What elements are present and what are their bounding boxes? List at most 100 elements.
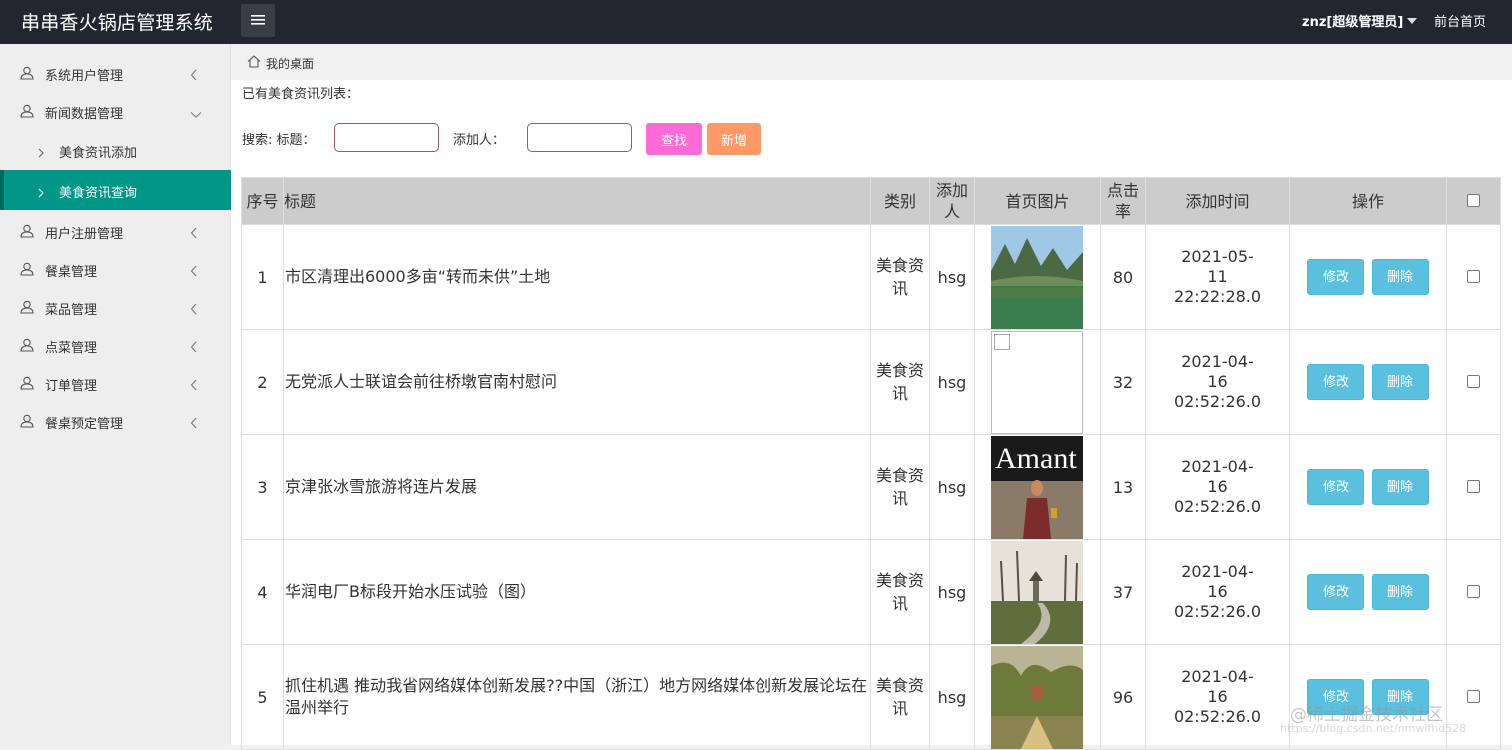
delete-button[interactable]: 删除 — [1371, 574, 1429, 610]
user-menu[interactable]: znz[超级管理员] — [1302, 11, 1418, 30]
sidebar-item-6[interactable]: 订单管理 — [0, 364, 231, 402]
user-icon — [20, 223, 34, 242]
hamburger-icon — [251, 15, 265, 25]
cell-adder: hsg — [929, 434, 975, 540]
time-text: 2021-04-16 02:52:26.0 — [1173, 667, 1262, 726]
sidebar-item-label: 用户注册管理 — [45, 227, 124, 242]
add-button[interactable]: 新增 — [707, 123, 761, 155]
search-title-label: 搜索: 标题： — [242, 133, 316, 148]
row-checkbox[interactable] — [1467, 374, 1480, 388]
sidebar-item-3[interactable]: 餐桌管理 — [0, 250, 231, 288]
delete-button[interactable]: 删除 — [1371, 259, 1429, 295]
category-text: 美食资讯 — [875, 256, 924, 298]
active-indicator — [0, 170, 4, 210]
edit-button[interactable]: 修改 — [1307, 364, 1365, 400]
delete-button[interactable]: 删除 — [1371, 364, 1429, 400]
home-icon — [247, 55, 261, 68]
table-row: 4 华润电厂B标段开始水压试验（图） 美食资讯 hsg 37 2021-04-16 02:… — [241, 539, 1501, 645]
edit-button[interactable]: 修改 — [1307, 259, 1365, 295]
category-text: 美食资讯 — [875, 676, 924, 718]
thumb-text: Amant — [995, 442, 1077, 475]
table-row: 2 无党派人士联谊会前往桥墩官南村慰问 美食资讯 hsg 32 2021-04-16 02… — [241, 329, 1501, 435]
broken-image-icon — [991, 330, 1083, 434]
cell-time: 2021-04-16 02:52:26.0 — [1145, 329, 1290, 435]
cell-adder: hsg — [929, 644, 975, 750]
chevron-right-icon — [38, 183, 44, 202]
cell-title: 无党派人士联谊会前往桥墩官南村慰问 — [283, 329, 871, 435]
row-checkbox[interactable] — [1467, 479, 1480, 493]
sidebar-subitem-1[interactable]: 美食资讯查询 — [0, 170, 231, 210]
adder-search-input[interactable] — [527, 123, 632, 152]
user-icon — [20, 413, 34, 432]
breadcrumb-item[interactable]: 我的桌面 — [266, 55, 314, 72]
user-icon — [20, 375, 34, 394]
main-content: 已有美食资讯列表： 搜索: 标题： 添加人： 查找 新增 序号 标题 类别 添加人 首页… — [231, 80, 1512, 750]
cell-category: 美食资讯 — [870, 644, 930, 750]
edit-button[interactable]: 修改 — [1307, 469, 1365, 505]
sidebar-item-4[interactable]: 菜品管理 — [0, 288, 231, 326]
cell-select — [1446, 224, 1501, 330]
delete-button[interactable]: 删除 — [1371, 469, 1429, 505]
cell-clicks: 32 — [1100, 329, 1146, 435]
chevron-left-icon — [190, 338, 198, 357]
user-icon — [20, 337, 34, 356]
table-row: 1 市区清理出6000多亩“转而未供”土地 美食资讯 hsg 80 2021-05-11 … — [241, 224, 1501, 330]
col-no-header: 序号 — [241, 177, 284, 225]
search-button[interactable]: 查找 — [646, 123, 702, 155]
cell-category: 美食资讯 — [870, 224, 930, 330]
category-text: 美食资讯 — [875, 466, 924, 508]
cell-actions: 修改 删除 — [1289, 434, 1447, 540]
row-checkbox[interactable] — [1467, 269, 1480, 283]
cell-time: 2021-04-16 02:52:26.0 — [1145, 539, 1290, 645]
cell-adder: hsg — [929, 224, 975, 330]
cell-category: 美食资讯 — [870, 539, 930, 645]
top-header: 串串香火锅店管理系统 znz[超级管理员] 前台首页 — [0, 0, 1512, 44]
cell-time: 2021-05-11 22:22:28.0 — [1145, 224, 1290, 330]
row-checkbox[interactable] — [1467, 584, 1480, 598]
title-search-input[interactable] — [334, 123, 439, 152]
row-checkbox[interactable] — [1467, 689, 1480, 703]
sidebar-item-2[interactable]: 用户注册管理 — [0, 212, 231, 250]
cell-clicks: 96 — [1100, 644, 1146, 750]
caret-down-icon — [1407, 18, 1418, 24]
cell-actions: 修改 删除 — [1289, 329, 1447, 435]
time-text: 2021-04-16 02:52:26.0 — [1173, 352, 1262, 411]
cell-title: 市区清理出6000多亩“转而未供”土地 — [283, 224, 871, 330]
menu-toggle-button[interactable] — [241, 4, 275, 37]
cell-image: Amant — [974, 434, 1101, 540]
col-title-header: 标题 — [283, 177, 871, 225]
cell-adder: hsg — [929, 329, 975, 435]
front-home-link[interactable]: 前台首页 — [1434, 11, 1486, 30]
sidebar-item-label: 菜品管理 — [45, 303, 98, 318]
chevron-left-icon — [190, 300, 198, 319]
cell-no: 3 — [241, 434, 284, 540]
sidebar-item-label: 餐桌管理 — [45, 265, 98, 280]
cell-clicks: 13 — [1100, 434, 1146, 540]
col-category-header: 类别 — [870, 177, 930, 225]
cell-time: 2021-04-16 02:52:26.0 — [1145, 434, 1290, 540]
chevron-left-icon — [190, 66, 198, 85]
user-icon — [20, 299, 34, 318]
cell-no: 5 — [241, 644, 284, 750]
cell-no: 4 — [241, 539, 284, 645]
cell-title: 京津张冰雪旅游将连片发展 — [283, 434, 871, 540]
category-text: 美食资讯 — [875, 571, 924, 613]
edit-button[interactable]: 修改 — [1307, 574, 1365, 610]
cell-time: 2021-04-16 02:52:26.0 — [1145, 644, 1290, 750]
sidebar-item-label: 新闻数据管理 — [45, 107, 124, 122]
select-all-checkbox[interactable] — [1467, 193, 1480, 207]
cell-no: 2 — [241, 329, 284, 435]
sidebar-item-7[interactable]: 餐桌预定管理 — [0, 402, 231, 440]
sidebar-item-0[interactable]: 系统用户管理 — [0, 54, 231, 92]
watermark-url: https://blog.csdn.net/nmwlfhd528 — [1280, 722, 1467, 735]
sidebar-item-5[interactable]: 点菜管理 — [0, 326, 231, 364]
user-icon — [20, 261, 34, 280]
time-text: 2021-04-16 02:52:26.0 — [1173, 562, 1262, 621]
sidebar-item-1[interactable]: 新闻数据管理 — [0, 92, 231, 130]
chevron-left-icon — [190, 262, 198, 281]
sidebar-subitem-0[interactable]: 美食资讯添加 — [0, 130, 231, 170]
user-name: znz[超级管理员] — [1302, 15, 1404, 30]
cell-category: 美食资讯 — [870, 434, 930, 540]
adder-label: 添加人： — [453, 133, 506, 148]
cell-no: 1 — [241, 224, 284, 330]
